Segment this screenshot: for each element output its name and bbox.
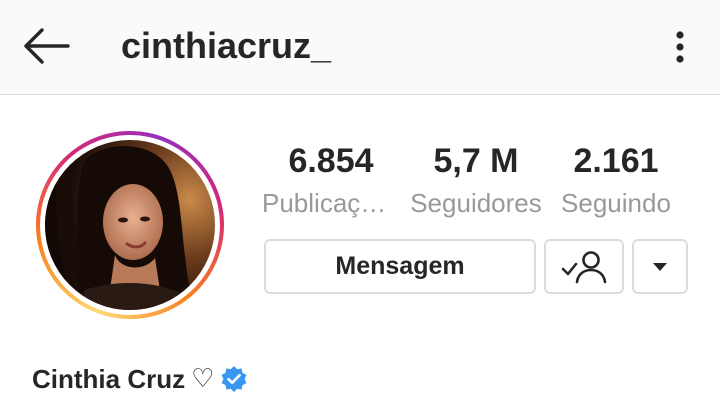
- message-button[interactable]: Mensagem: [264, 239, 536, 294]
- name-emoji: ♡: [191, 364, 215, 394]
- profile-photo: [45, 140, 215, 310]
- stat-followers[interactable]: 5,7 M Seguidores: [403, 142, 549, 218]
- avatar-border: [40, 135, 220, 315]
- more-options-button[interactable]: [658, 22, 702, 72]
- verified-badge-icon: [220, 365, 248, 393]
- check-person-icon: [561, 250, 607, 283]
- posts-label: Publicações: [262, 188, 400, 218]
- following-status-button[interactable]: [544, 239, 624, 294]
- following-label: Seguindo: [561, 188, 671, 218]
- followers-label: Seguidores: [410, 188, 542, 218]
- following-count: 2.161: [573, 142, 659, 180]
- stat-following[interactable]: 2.161 Seguindo: [554, 142, 678, 218]
- top-app-bar: cinthiacruz_: [0, 0, 720, 95]
- suggestions-dropdown-button[interactable]: [632, 239, 688, 294]
- profile-full-name: Cinthia Cruz: [32, 364, 186, 394]
- story-ring[interactable]: [36, 131, 224, 319]
- stat-posts[interactable]: 6.854 Publicações: [262, 142, 400, 218]
- profile-username: cinthiacruz_: [121, 25, 332, 66]
- arrow-left-icon: [24, 28, 70, 64]
- profile-avatar[interactable]: [45, 140, 215, 310]
- kebab-menu-icon: [676, 31, 684, 63]
- posts-count: 6.854: [288, 142, 374, 180]
- caret-down-icon: [653, 262, 667, 271]
- followers-count: 5,7 M: [433, 142, 519, 180]
- profile-name-row: Cinthia Cruz ♡: [32, 362, 248, 396]
- back-button[interactable]: [14, 20, 78, 72]
